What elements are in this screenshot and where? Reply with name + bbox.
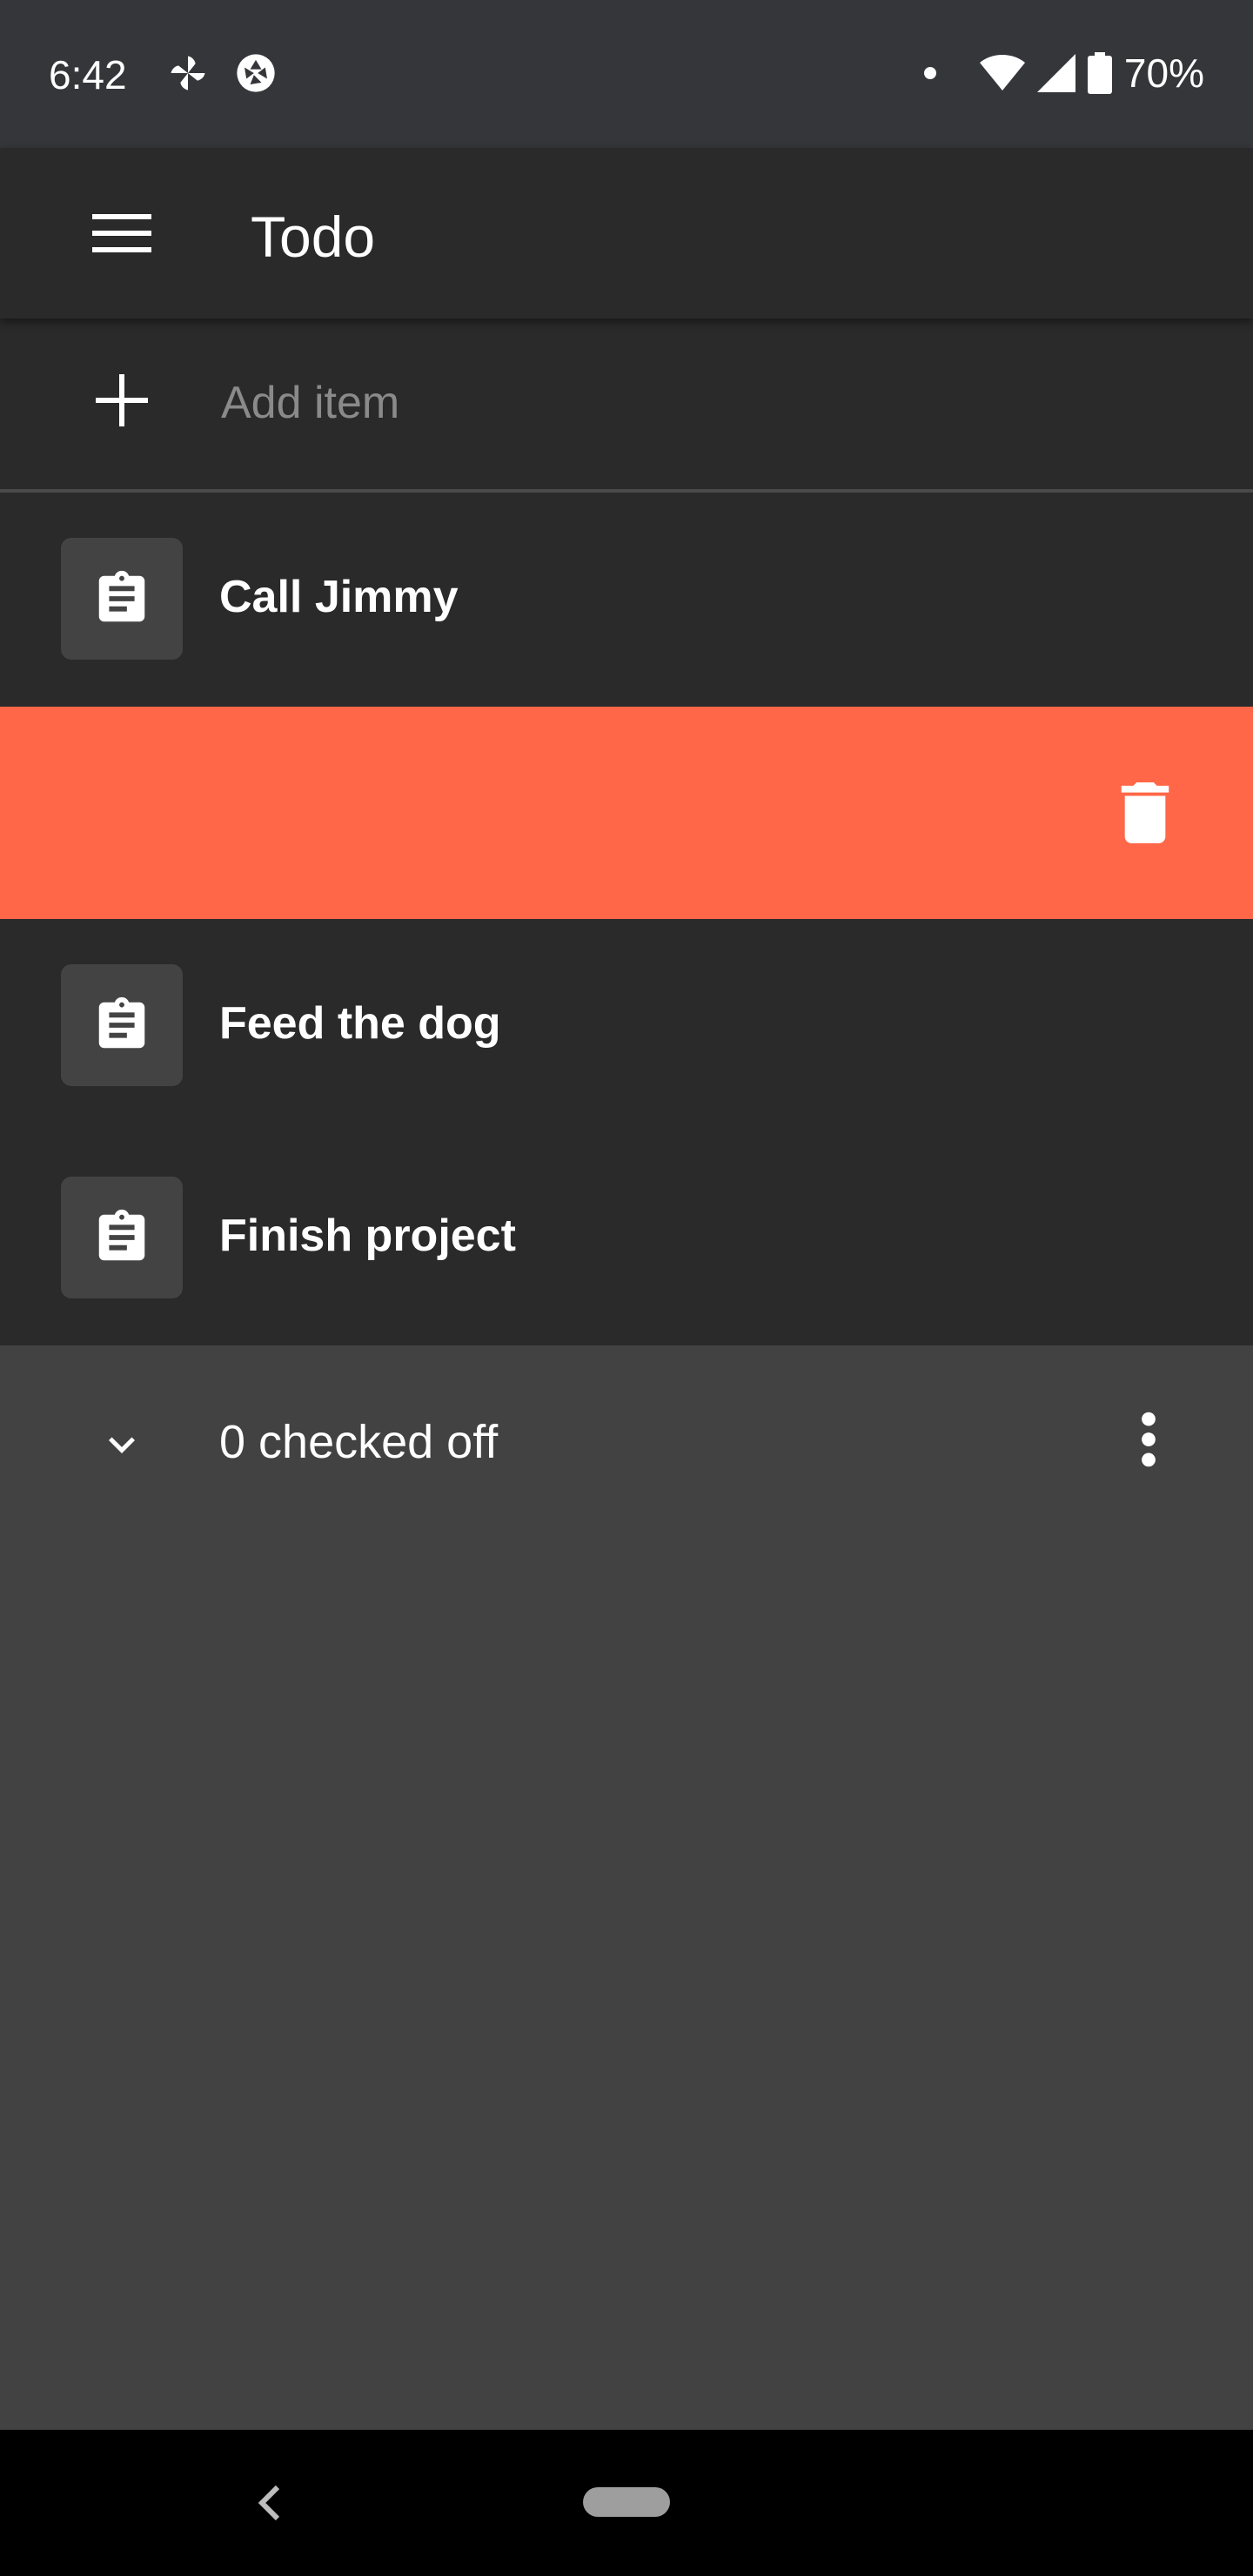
checked-off-section[interactable]: 0 checked off	[0, 1345, 1253, 1540]
add-item-input[interactable]	[219, 364, 1093, 442]
list-item[interactable]: Finish project	[0, 1131, 1253, 1344]
item-label: Feed the dog	[219, 998, 501, 1049]
wifi-icon	[979, 55, 1025, 91]
item-icon-box[interactable]	[61, 538, 183, 660]
delete-button[interactable]	[1109, 776, 1182, 849]
more-options-button[interactable]	[1105, 1396, 1192, 1483]
plus-icon[interactable]	[92, 371, 151, 430]
aperture-icon	[237, 54, 275, 92]
item-label: Call Jimmy	[219, 572, 459, 622]
add-item-row	[0, 319, 1253, 493]
list-item[interactable]: Call Jimmy	[0, 493, 1253, 705]
menu-button[interactable]	[77, 195, 167, 272]
back-button[interactable]	[244, 2468, 296, 2538]
status-bar: 6:42 70%	[0, 0, 1253, 148]
clipboard-icon	[98, 996, 145, 1049]
trash-icon	[1121, 782, 1169, 843]
chevron-down-icon[interactable]	[96, 1419, 148, 1471]
list-item[interactable]: Feed the dog	[0, 919, 1253, 1131]
page-title: Todo	[251, 205, 376, 269]
todo-list: Call Jimmy Feed the dog Finish project	[0, 493, 1253, 1345]
menu-icon	[92, 214, 151, 252]
system-nav-bar	[0, 2430, 1253, 2576]
swipe-delete-row[interactable]	[0, 707, 1253, 919]
item-icon-box[interactable]	[61, 964, 183, 1086]
item-icon-box[interactable]	[61, 1177, 183, 1298]
battery-icon	[1087, 52, 1112, 94]
more-vert-icon	[1142, 1412, 1156, 1467]
item-label: Finish project	[219, 1211, 516, 1261]
signal-icon	[1036, 54, 1075, 92]
clipboard-icon	[98, 570, 145, 622]
pinwheel-icon	[171, 56, 205, 91]
back-chevron-icon	[258, 2485, 280, 2521]
status-time: 6:42	[49, 52, 127, 97]
battery-percent: 70%	[1123, 50, 1204, 96]
checked-off-label: 0 checked off	[219, 1416, 499, 1468]
dot-icon	[923, 67, 936, 79]
clipboard-icon	[98, 1209, 145, 1261]
app-bar: Todo	[0, 148, 1253, 319]
home-pill[interactable]	[583, 2487, 670, 2517]
